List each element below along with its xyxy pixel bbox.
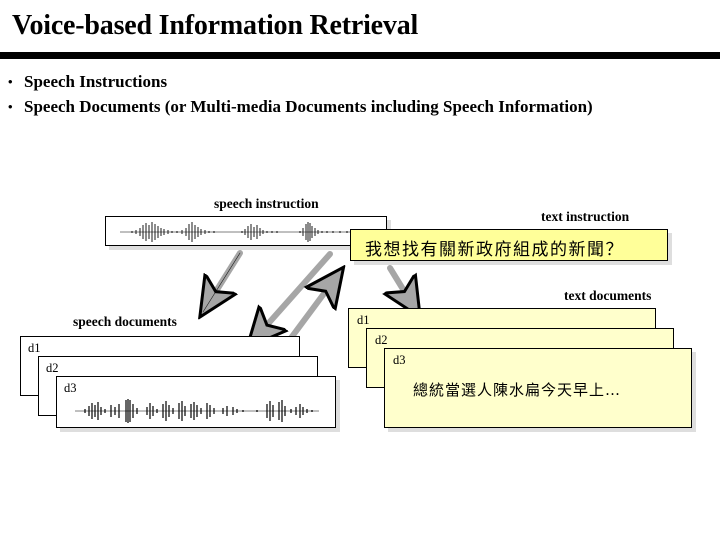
text-document-content: 總統當選人陳水扁今天早上… — [413, 381, 622, 399]
speech-document-waveform-icon — [75, 399, 319, 423]
text-document-label: d3 — [393, 353, 406, 367]
text-document-box-d3: d3 總統當選人陳水扁今天早上… — [384, 348, 692, 428]
text-document-label: d2 — [375, 333, 388, 347]
diagram: speech instruction text instruction 我想找有… — [0, 0, 720, 540]
speech-document-label: d3 — [64, 381, 77, 395]
speech-document-label: d2 — [46, 361, 59, 375]
text-documents-caption: text documents — [564, 288, 652, 303]
text-document-label: d1 — [357, 313, 370, 327]
connector-arrows — [0, 250, 720, 540]
speech-document-box-d3: d3 — [56, 376, 336, 428]
speech-document-label: d1 — [28, 341, 41, 355]
speech-documents-caption: speech documents — [73, 314, 177, 329]
